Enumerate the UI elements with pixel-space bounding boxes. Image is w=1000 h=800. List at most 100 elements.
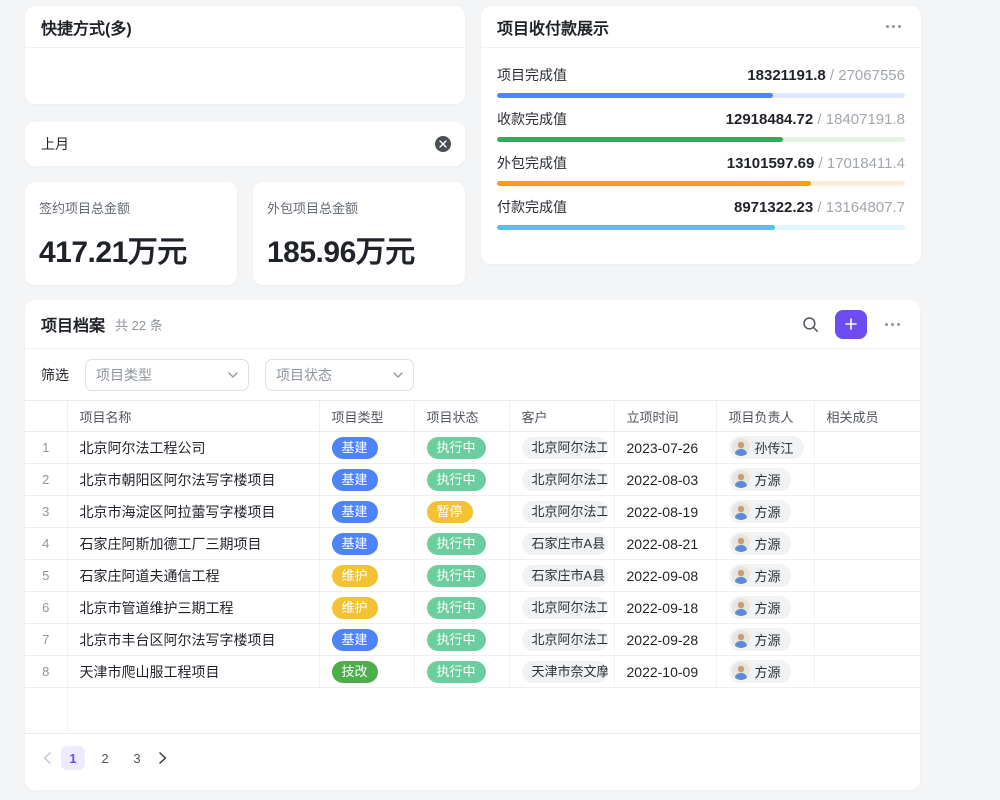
column-header: 立项时间 [614, 401, 716, 432]
progress-track [497, 137, 905, 142]
project-status-cell: 执行中 [414, 624, 509, 656]
table-row[interactable]: 7北京市丰台区阿尔法写字楼项目基建执行中北京阿尔法工2022-09-28 方源 [25, 624, 920, 656]
metric-value: 18321191.8 / 27067556 [747, 67, 905, 84]
stat-value: 185.96万元 [267, 227, 451, 271]
owner-chip: 方源 [729, 500, 791, 523]
row-index-cell: 1 [25, 432, 67, 464]
more-icon[interactable] [882, 21, 905, 32]
status-badge: 执行中 [427, 437, 486, 459]
owner-chip: 方源 [729, 468, 791, 491]
metric-value: 13101597.69 / 17018411.4 [727, 155, 905, 172]
project-status-cell: 暂停 [414, 496, 509, 528]
search-icon [802, 316, 819, 333]
metric-separator: / [814, 155, 827, 172]
column-header: 项目名称 [67, 401, 319, 432]
table-row[interactable]: 1北京阿尔法工程公司基建执行中北京阿尔法工2023-07-26 孙传江 [25, 432, 920, 464]
empty-row [25, 688, 920, 734]
next-page-button[interactable] [157, 750, 169, 766]
customer-tag: 北京阿尔法工 [522, 469, 608, 491]
page-button[interactable]: 1 [61, 746, 85, 770]
date-filter-widget[interactable]: 上月 [25, 122, 465, 166]
customer-cell: 石家庄市A县 [509, 560, 614, 592]
customer-tag: 北京阿尔法工 [522, 629, 608, 651]
members-cell [814, 624, 920, 656]
members-cell [814, 464, 920, 496]
type-badge: 基建 [332, 533, 378, 555]
row-index-cell: 7 [25, 624, 67, 656]
project-type-cell: 基建 [319, 624, 414, 656]
column-header: 客户 [509, 401, 614, 432]
owner-chip: 方源 [729, 596, 791, 619]
empty-cell [67, 688, 920, 734]
table-row[interactable]: 5石家庄阿道夫通信工程维护执行中石家庄市A县2022-09-08 方源 [25, 560, 920, 592]
project-archive-card: 项目档案 共 22 条 筛选 项目类型 [25, 300, 920, 790]
stat-value: 417.21万元 [39, 227, 223, 271]
filter-select-project-status[interactable]: 项目状态 [265, 359, 414, 391]
owner-name: 方源 [755, 598, 781, 617]
select-placeholder: 项目类型 [96, 365, 152, 385]
metric-separator: / [826, 67, 839, 84]
start-date-cell: 2022-10-09 [614, 656, 716, 688]
customer-cell: 北京阿尔法工 [509, 432, 614, 464]
row-index-cell [25, 688, 67, 734]
shortcut-card: 快捷方式(多) [25, 6, 465, 104]
column-header: 项目类型 [319, 401, 414, 432]
project-type-cell: 基建 [319, 496, 414, 528]
customer-cell: 天津市奈文摩 [509, 656, 614, 688]
start-date-cell: 2022-08-21 [614, 528, 716, 560]
table-row[interactable]: 8天津市爬山服工程项目技改执行中天津市奈文摩2022-10-09 方源 [25, 656, 920, 688]
table-row[interactable]: 3北京市海淀区阿拉蕾写字楼项目基建暂停北京阿尔法工2022-08-19 方源 [25, 496, 920, 528]
table-row[interactable]: 4石家庄阿斯加德工厂三期项目基建执行中石家庄市A县2022-08-21 方源 [25, 528, 920, 560]
page-number-group: 123 [61, 746, 149, 770]
chevron-down-icon [393, 372, 403, 378]
avatar [732, 566, 750, 584]
progress-fill [497, 181, 811, 186]
clear-filter-button[interactable] [435, 136, 451, 152]
progress-fill [497, 93, 773, 98]
project-status-cell: 执行中 [414, 656, 509, 688]
row-index-cell: 8 [25, 656, 67, 688]
type-badge: 基建 [332, 629, 378, 651]
customer-tag: 天津市奈文摩 [522, 661, 608, 683]
project-status-cell: 执行中 [414, 592, 509, 624]
project-name-cell: 北京阿尔法工程公司 [67, 432, 319, 464]
metric-label: 外包完成值 [497, 153, 567, 173]
stat-card-outsourced-total: 外包项目总金额 185.96万元 [253, 182, 465, 285]
metric-current-value: 8971322.23 [734, 199, 813, 216]
status-badge: 暂停 [427, 501, 473, 523]
plus-icon [845, 318, 857, 330]
payment-metric: 收款完成值12918484.72 / 18407191.8 [497, 109, 905, 142]
owner-name: 方源 [755, 534, 781, 553]
project-type-cell: 基建 [319, 464, 414, 496]
row-index-cell: 2 [25, 464, 67, 496]
page-button[interactable]: 3 [125, 746, 149, 770]
status-badge: 执行中 [427, 629, 486, 651]
filter-select-project-type[interactable]: 项目类型 [85, 359, 249, 391]
customer-cell: 石家庄市A县 [509, 528, 614, 560]
metric-value: 12918484.72 / 18407191.8 [726, 111, 905, 128]
owner-name: 方源 [755, 630, 781, 649]
chevron-left-icon [43, 752, 51, 764]
prev-page-button[interactable] [41, 750, 53, 766]
status-badge: 执行中 [427, 565, 486, 587]
project-status-cell: 执行中 [414, 528, 509, 560]
page-button[interactable]: 2 [93, 746, 117, 770]
add-record-button[interactable] [835, 310, 867, 339]
table-row[interactable]: 2北京市朝阳区阿尔法写字楼项目基建执行中北京阿尔法工2022-08-03 方源 [25, 464, 920, 496]
project-name-cell: 北京市管道维护三期工程 [67, 592, 319, 624]
owner-name: 方源 [755, 502, 781, 521]
owner-cell: 方源 [716, 656, 814, 688]
progress-track [497, 93, 905, 98]
shortcut-card-title: 快捷方式(多) [41, 15, 132, 39]
members-cell [814, 496, 920, 528]
avatar [732, 630, 750, 648]
more-icon[interactable] [881, 319, 904, 330]
search-button[interactable] [800, 314, 821, 335]
table-row[interactable]: 6北京市管道维护三期工程维护执行中北京阿尔法工2022-09-18 方源 [25, 592, 920, 624]
customer-tag: 石家庄市A县 [522, 533, 608, 555]
project-name-cell: 北京市丰台区阿尔法写字楼项目 [67, 624, 319, 656]
metric-label: 项目完成值 [497, 65, 567, 85]
customer-cell: 北京阿尔法工 [509, 592, 614, 624]
type-badge: 基建 [332, 469, 378, 491]
start-date-cell: 2022-08-19 [614, 496, 716, 528]
